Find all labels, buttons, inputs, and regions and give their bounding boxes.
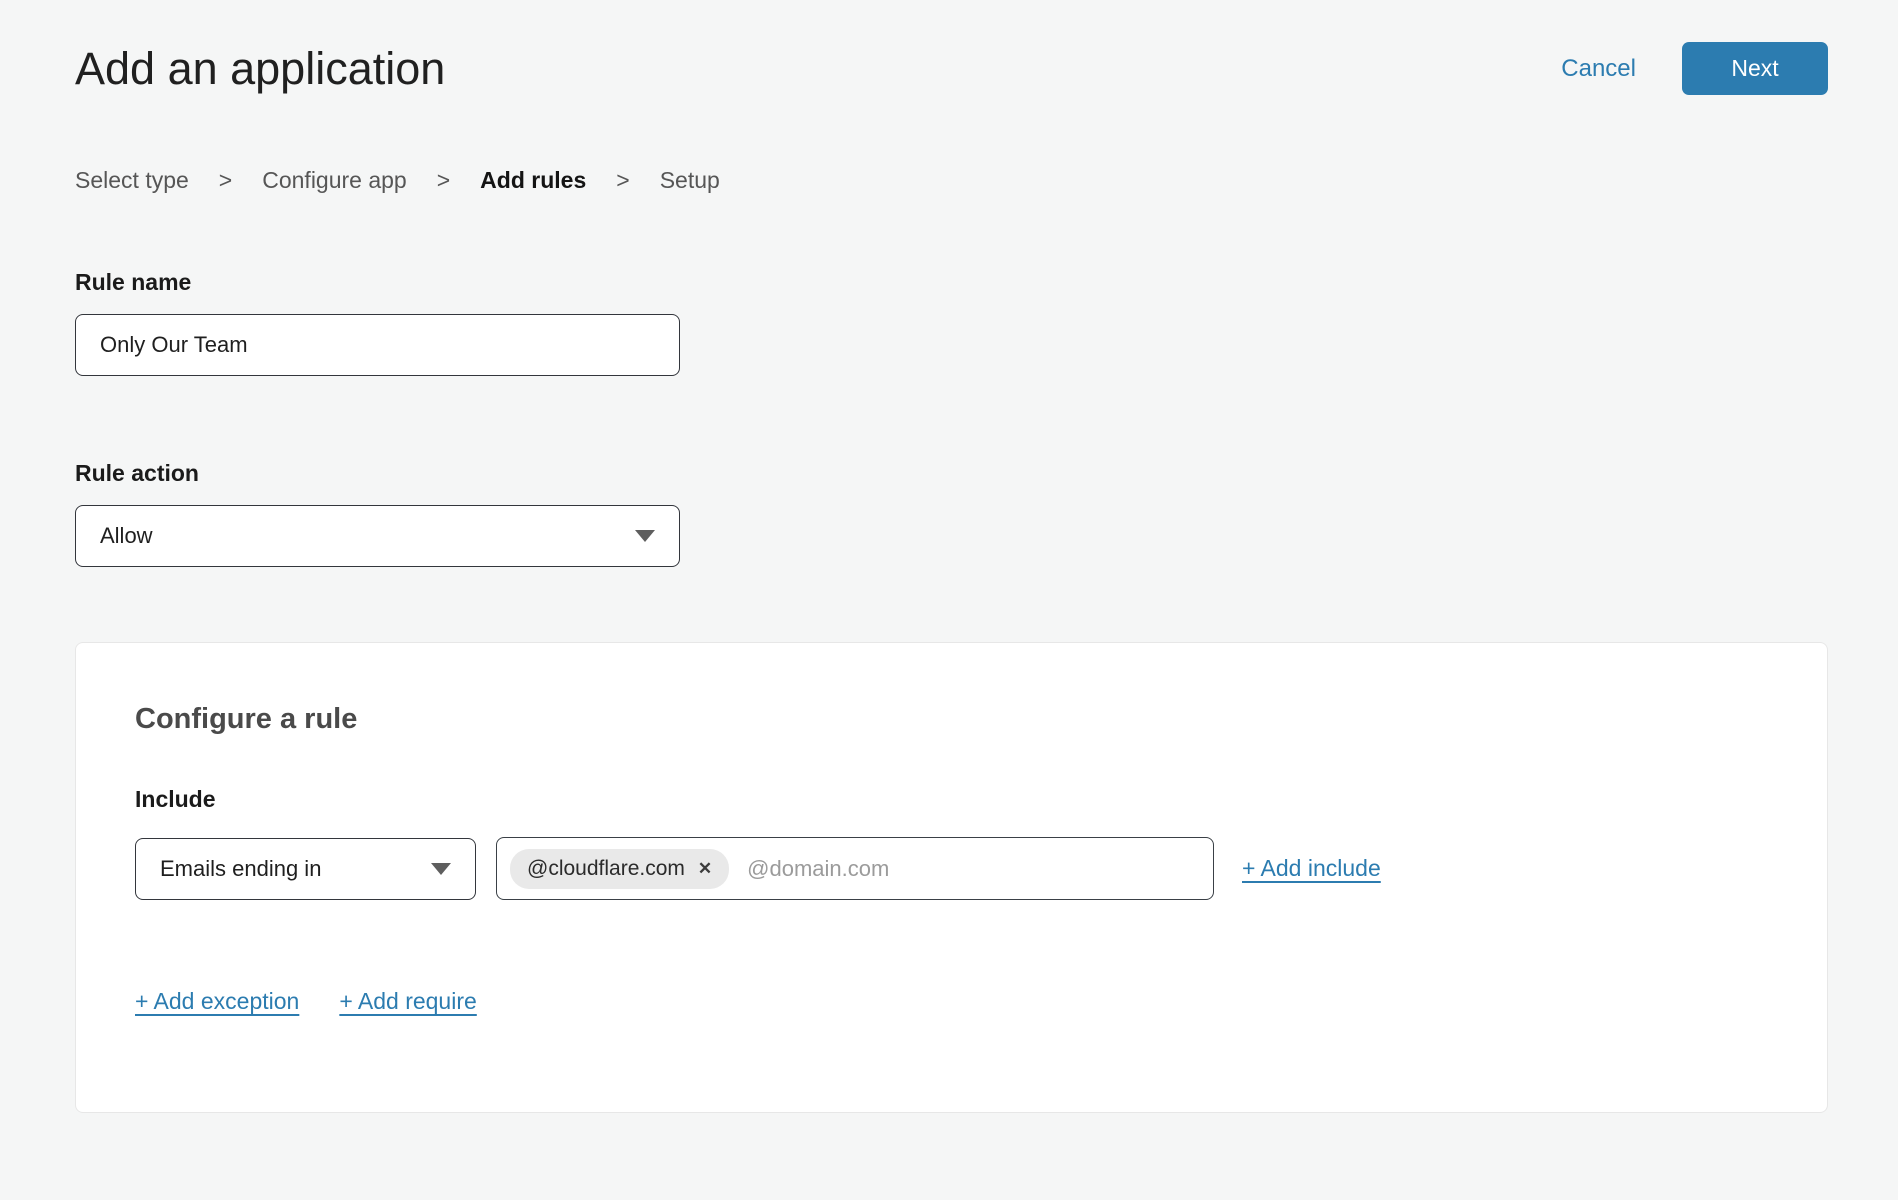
configure-rule-heading: Configure a rule bbox=[135, 703, 1768, 736]
breadcrumb-step-configure-app[interactable]: Configure app bbox=[262, 167, 407, 194]
add-exception-link[interactable]: + Add exception bbox=[135, 988, 299, 1015]
rule-name-input[interactable] bbox=[75, 314, 680, 376]
chevron-down-icon bbox=[635, 530, 655, 542]
header-actions: Cancel Next bbox=[1561, 42, 1828, 95]
include-selector-select[interactable]: Emails ending in bbox=[135, 838, 476, 900]
rule-action-value: Allow bbox=[100, 523, 153, 549]
include-rule-row: Emails ending in @cloudflare.com ✕ + Add… bbox=[135, 837, 1768, 900]
domain-text-input[interactable] bbox=[745, 855, 1197, 883]
rule-name-label: Rule name bbox=[75, 269, 1828, 296]
breadcrumb-step-select-type[interactable]: Select type bbox=[75, 167, 189, 194]
chevron-down-icon bbox=[431, 863, 451, 875]
add-application-page: Add an application Cancel Next Select ty… bbox=[75, 0, 1828, 1113]
next-button[interactable]: Next bbox=[1682, 42, 1828, 95]
breadcrumb-separator: > bbox=[219, 167, 232, 194]
page-title: Add an application bbox=[75, 43, 445, 95]
rule-action-select[interactable]: Allow bbox=[75, 505, 680, 567]
extra-rule-links: + Add exception + Add require bbox=[135, 988, 1768, 1015]
configure-rule-card: Configure a rule Include Emails ending i… bbox=[75, 642, 1828, 1113]
breadcrumb: Select type > Configure app > Add rules … bbox=[75, 167, 1828, 194]
include-label: Include bbox=[135, 786, 1768, 813]
breadcrumb-separator: > bbox=[437, 167, 450, 194]
breadcrumb-step-setup[interactable]: Setup bbox=[660, 167, 720, 194]
breadcrumb-separator: > bbox=[616, 167, 629, 194]
remove-chip-icon[interactable]: ✕ bbox=[698, 860, 712, 877]
breadcrumb-step-add-rules[interactable]: Add rules bbox=[480, 167, 586, 194]
rule-action-field: Rule action Allow bbox=[75, 460, 1828, 567]
include-selector-value: Emails ending in bbox=[160, 856, 321, 882]
rule-name-field: Rule name bbox=[75, 269, 1828, 376]
email-domains-input[interactable]: @cloudflare.com ✕ bbox=[496, 837, 1214, 900]
cancel-button[interactable]: Cancel bbox=[1561, 55, 1636, 83]
top-bar: Add an application Cancel Next bbox=[75, 0, 1828, 95]
add-require-link[interactable]: + Add require bbox=[339, 988, 476, 1015]
add-include-link[interactable]: + Add include bbox=[1242, 855, 1381, 882]
chip-label: @cloudflare.com bbox=[527, 857, 685, 881]
email-domain-chip: @cloudflare.com ✕ bbox=[510, 849, 729, 889]
rule-action-label: Rule action bbox=[75, 460, 1828, 487]
